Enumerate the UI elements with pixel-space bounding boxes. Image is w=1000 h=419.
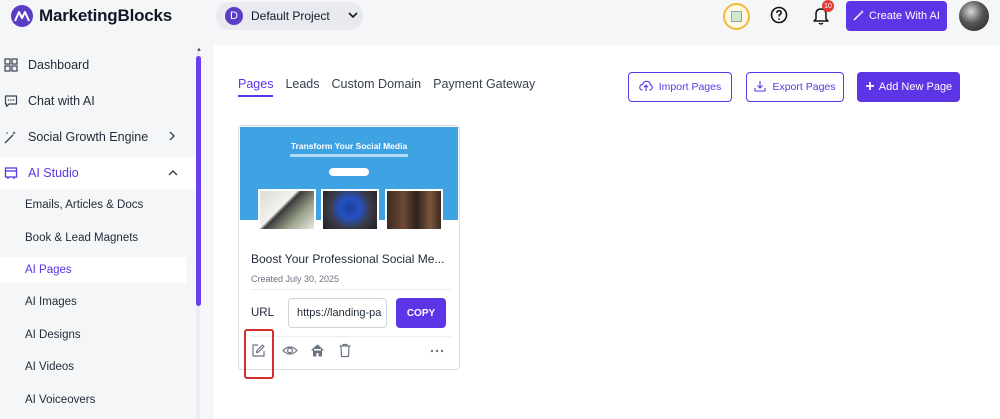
thumbnail-button	[329, 168, 369, 176]
trash-icon[interactable]	[338, 343, 354, 359]
grid-icon	[4, 58, 19, 73]
sidebar-item-social-growth[interactable]: Social Growth Engine	[0, 121, 196, 153]
edit-highlight-annotation	[244, 329, 274, 379]
thumbnail-subtext	[290, 154, 408, 157]
magic-wand-icon	[4, 130, 19, 145]
tab-payment-gateway[interactable]: Payment Gateway	[433, 77, 535, 95]
sidebar-subitem-label: AI Designs	[25, 329, 81, 341]
more-icon[interactable]	[429, 343, 445, 359]
project-selector[interactable]: D Default Project	[216, 2, 363, 30]
sidebar-subitem-book-lead[interactable]: Book & Lead Magnets	[0, 225, 186, 251]
url-label: URL	[251, 307, 275, 319]
broken-image-icon[interactable]	[723, 3, 750, 30]
divider	[251, 289, 451, 290]
thumbnail-heading: Transform Your Social Media	[290, 141, 408, 151]
tab-bar: Pages Leads Custom Domain Payment Gatewa…	[238, 77, 535, 97]
sidebar-subitem-ai-images[interactable]: AI Images	[0, 289, 186, 315]
sidebar-item-label: Chat with AI	[28, 94, 95, 108]
user-avatar[interactable]	[959, 1, 989, 31]
import-pages-label: Import Pages	[658, 81, 722, 93]
export-pages-label: Export Pages	[772, 81, 836, 93]
create-with-ai-button[interactable]: Create With AI	[846, 1, 947, 31]
page-thumbnail[interactable]: Transform Your Social Media	[240, 127, 458, 243]
sidebar-subitem-label: Emails, Articles & Docs	[25, 199, 144, 211]
page-title[interactable]: Boost Your Professional Social Me...	[251, 252, 444, 266]
sidebar-item-label: Dashboard	[28, 58, 90, 72]
tab-leads[interactable]: Leads	[285, 77, 319, 95]
sidebar-subitem-emails[interactable]: Emails, Articles & Docs	[0, 192, 186, 218]
divider	[251, 336, 451, 337]
sidebar-scrollbar-thumb[interactable]	[196, 56, 201, 306]
project-name: Default Project	[251, 9, 330, 23]
sidebar-subitem-label: AI Pages	[25, 264, 72, 276]
project-avatar: D	[225, 7, 243, 25]
copy-url-button[interactable]: COPY	[396, 298, 446, 328]
brand-name: MarketingBlocks	[39, 6, 173, 25]
chevron-up-icon	[168, 166, 178, 180]
cloud-upload-icon	[638, 80, 653, 95]
sidebar-subitem-label: Book & Lead Magnets	[25, 232, 139, 244]
studio-icon	[4, 166, 19, 181]
sidebar-subitem-label: AI Images	[25, 296, 77, 308]
sidebar-item-ai-studio[interactable]: AI Studio	[0, 157, 196, 189]
magic-wand-icon	[853, 9, 865, 24]
sidebar-subitem-ai-designs[interactable]: AI Designs	[0, 322, 186, 348]
sidebar-subitem-ai-voiceovers[interactable]: AI Voiceovers	[0, 387, 186, 413]
sidebar-subitem-label: AI Videos	[25, 361, 75, 373]
add-new-page-label: Add New Page	[878, 81, 953, 93]
sidebar-item-chat[interactable]: Chat with AI	[0, 85, 196, 117]
tab-custom-domain[interactable]: Custom Domain	[332, 77, 422, 95]
page-url-field[interactable]: https://landing-pa	[288, 298, 387, 328]
page-created-date: Created July 30, 2025	[251, 274, 340, 284]
brand-logo[interactable]: MarketingBlocks	[11, 5, 172, 27]
chat-icon	[4, 94, 19, 109]
scroll-up-icon[interactable]: ▲	[196, 47, 202, 53]
help-icon[interactable]	[770, 6, 788, 24]
sidebar: Dashboard Chat with AI Social Growth Eng…	[0, 45, 196, 419]
thumbnail-photo-cafe	[385, 189, 443, 231]
create-with-ai-label: Create With AI	[869, 10, 940, 22]
import-pages-button[interactable]: Import Pages	[628, 72, 732, 102]
add-new-page-button[interactable]: Add New Page	[857, 72, 960, 102]
logo-icon	[11, 5, 33, 27]
sidebar-subitem-label: AI Voiceovers	[25, 394, 96, 406]
chevron-down-icon	[348, 11, 358, 22]
download-icon	[754, 80, 767, 95]
sidebar-item-label: AI Studio	[28, 166, 79, 180]
notification-badge: 10	[822, 0, 834, 12]
plus-icon	[865, 81, 875, 94]
main-panel: Pages Leads Custom Domain Payment Gatewa…	[214, 45, 1000, 419]
sidebar-subitem-ai-videos[interactable]: AI Videos	[0, 354, 186, 380]
sidebar-item-dashboard[interactable]: Dashboard	[0, 49, 196, 81]
thumbnail-photo-phone	[258, 189, 316, 231]
top-bar: MarketingBlocks D Default Project 10 Cre…	[0, 0, 1000, 34]
thumbnail-photo-person	[321, 189, 379, 231]
home-icon[interactable]	[310, 343, 326, 359]
export-pages-button[interactable]: Export Pages	[746, 72, 844, 102]
sidebar-item-label: Social Growth Engine	[28, 130, 149, 144]
sidebar-subitem-ai-pages[interactable]: AI Pages	[0, 257, 186, 283]
chevron-right-icon	[168, 130, 176, 144]
eye-icon[interactable]	[282, 343, 298, 359]
tab-pages[interactable]: Pages	[238, 77, 274, 97]
